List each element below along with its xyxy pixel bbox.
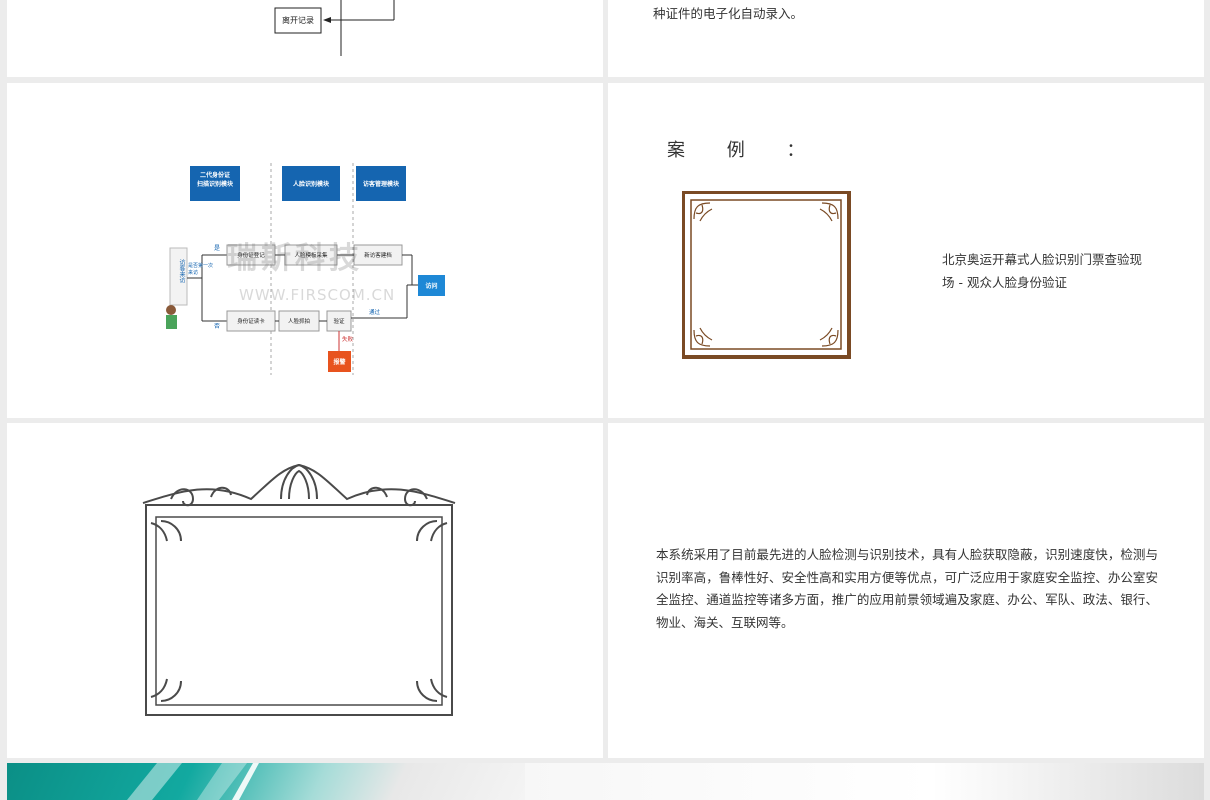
slide-ornate-frame (7, 423, 603, 758)
fail-label: 失败 (342, 337, 354, 343)
pass-label: 通过 (369, 310, 381, 316)
id-read-box: 身份证读卡 (237, 319, 265, 325)
watermark-text: 瑞斯科技 (227, 241, 363, 276)
visit-box: 访问 (425, 283, 438, 290)
module-face-recognition: 人脸识别模块 (292, 181, 329, 188)
slide-text-top: 种证件的电子化自动录入。 (608, 0, 1204, 77)
module-id-scan: 二代身份证 扫描识别模块 (196, 172, 233, 188)
watermark-url: WWW.FIRSCOM.CN (239, 286, 396, 304)
teal-wave-graphic (127, 763, 259, 800)
visitor-label: 访客来访 (178, 259, 185, 283)
slide-gray-cover (525, 763, 1204, 800)
case-title: 案 例 ： (667, 140, 823, 161)
face-compare-box: 人脸抓拍 (287, 319, 310, 325)
module-visitor-management: 访客管理模块 (362, 181, 399, 188)
slide-case: 案 例 ： 北京奥运开幕式人脸识别门票查验现场 - 观众人脸身份验证 (608, 83, 1204, 418)
slide-flowchart: 二代身份证 扫描识别模块 人脸识别模块 访客管理模块 访客来访 是否第一次来访 … (7, 83, 603, 418)
verify-box: 验证 (333, 319, 345, 325)
ornate-frame-image (142, 463, 456, 716)
case-caption: 北京奥运开幕式人脸识别门票查验现场 - 观众人脸身份验证 (942, 252, 1143, 290)
slide-flowchart-top: 离开记录 (7, 0, 603, 77)
brown-frame-image (682, 191, 851, 359)
alarm-box: 报警 (333, 359, 346, 366)
yes-label: 是 (214, 245, 221, 252)
summary-text: 本系统采用了目前最先进的人脸检测与识别技术，具有人脸获取隐蔽，识别速度快，检测与… (656, 547, 1158, 630)
slide-teal-cover (7, 763, 525, 800)
slide-text: 种证件的电子化自动录入。 (653, 6, 804, 21)
leave-record-box: 离开记录 (282, 16, 314, 25)
slide-summary: 本系统采用了目前最先进的人脸检测与识别技术，具有人脸获取隐蔽，识别速度快，检测与… (608, 423, 1204, 758)
decision-label: 是否第一次来访 (188, 263, 214, 276)
no-label: 否 (214, 323, 221, 330)
